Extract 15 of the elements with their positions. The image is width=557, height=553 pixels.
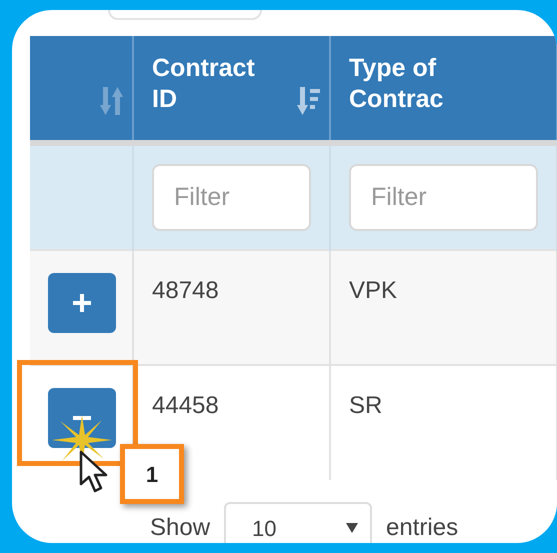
table-cell: SR [330, 365, 557, 480]
sort-descending-icon[interactable] [297, 87, 321, 115]
sort-icon[interactable] [100, 87, 124, 115]
minus-icon [71, 416, 93, 420]
column-header[interactable]: Contract ID [152, 53, 282, 115]
caret-icon [346, 523, 358, 533]
filter-field[interactable]: Filter [349, 164, 538, 231]
expand-button[interactable] [48, 273, 116, 333]
page-size-select[interactable]: 10 [224, 502, 372, 543]
filter-field[interactable]: Filter [152, 164, 311, 231]
column-header[interactable]: Type of Contrac [349, 53, 479, 115]
entries-label: entries [386, 513, 458, 543]
show-label: Show [150, 513, 210, 543]
step-number: 1 [120, 444, 184, 504]
plus-icon [71, 292, 93, 314]
